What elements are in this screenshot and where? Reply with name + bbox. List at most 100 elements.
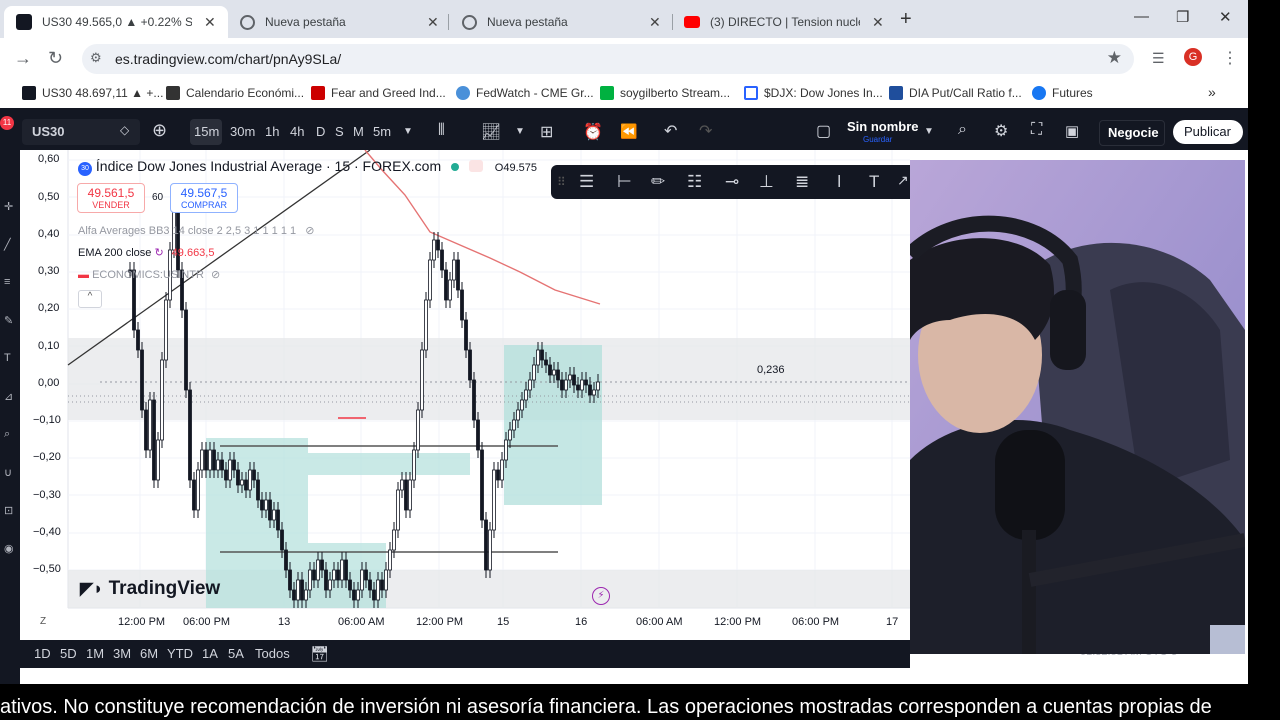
close-tab-icon[interactable]: ✕ <box>204 14 216 31</box>
quick-search-icon[interactable]: ⌕ <box>958 121 967 139</box>
range-1m[interactable]: 1M <box>86 646 104 661</box>
alert-icon[interactable]: ⏰ <box>583 122 603 142</box>
parallel-channel-icon[interactable]: ☰ <box>579 172 594 192</box>
timeframe-d[interactable]: D <box>316 124 325 139</box>
redo-icon[interactable]: ↷ <box>699 121 712 141</box>
range-all[interactable]: Todos <box>255 646 290 661</box>
range-3m[interactable]: 3M <box>113 646 131 661</box>
bookmark-item[interactable]: Calendario Económi... <box>166 86 304 100</box>
indicator-alfa-averages[interactable]: Alfa Averages BB3 14 close 2 2,5 3 1 1 1… <box>78 224 314 237</box>
chevron-down-icon[interactable]: ▼ <box>515 126 525 137</box>
tab-us30[interactable]: US30 49.565,0 ▲ +0.22% Sin no ✕ <box>4 6 228 38</box>
lock-icon[interactable]: ⊡ <box>4 504 13 517</box>
timeframe-4h[interactable]: 4h <box>290 124 304 139</box>
minimize-icon[interactable]: — <box>1134 8 1149 25</box>
horizontal-line-icon[interactable]: ⊸ <box>725 172 739 192</box>
text-icon[interactable]: T <box>4 352 11 364</box>
fib-icon[interactable]: ≡ <box>4 276 10 288</box>
zoom-label[interactable]: Z <box>40 616 46 627</box>
fullscreen-icon[interactable]: ⛶ <box>1031 121 1042 139</box>
close-window-icon[interactable]: ✕ <box>1219 8 1232 26</box>
add-symbol-icon[interactable]: ⊕ <box>152 120 167 141</box>
lightning-icon[interactable]: ⚡︎ <box>592 587 610 605</box>
pen-icon[interactable]: ✏ <box>651 172 665 192</box>
eye-icon[interactable]: ◉ <box>4 542 14 555</box>
bookmark-item[interactable]: DIA Put/Call Ratio f... <box>889 86 1022 100</box>
timeframe-s[interactable]: S <box>335 124 344 139</box>
layout-icon[interactable]: ▢ <box>816 121 831 141</box>
hidden-eye-icon[interactable]: ⊘ <box>211 269 220 281</box>
hidden-eye-icon[interactable]: ⊘ <box>305 225 314 237</box>
timeframe-15m[interactable]: 15m <box>194 124 219 139</box>
ruler-icon[interactable]: ⊿ <box>4 390 13 403</box>
vertical-line-icon[interactable]: ǀ <box>837 172 841 192</box>
trade-button[interactable]: Negocie <box>1099 120 1165 146</box>
crosshair-icon[interactable]: ✛ <box>4 200 13 213</box>
close-tab-icon[interactable]: ✕ <box>872 14 884 31</box>
buy-button[interactable]: 49.567,5 COMPRAR <box>170 183 238 213</box>
zoom-icon[interactable]: ⌕ <box>4 428 10 441</box>
undo-icon[interactable]: ↶ <box>664 121 677 141</box>
bookmark-item[interactable]: $DJX: Dow Jones In... <box>744 86 883 100</box>
timeframe-1h[interactable]: 1h <box>265 124 279 139</box>
forward-icon[interactable]: → <box>14 48 32 69</box>
range-5a[interactable]: 5A <box>228 646 244 661</box>
range-5d[interactable]: 5D <box>60 646 77 661</box>
candles-icon[interactable]: ⫴ <box>438 122 445 140</box>
snapshot-icon[interactable]: ▣ <box>1065 122 1079 140</box>
replay-icon[interactable]: ⏪ <box>620 123 637 140</box>
settings-icon[interactable]: ⚙ <box>994 121 1008 141</box>
close-tab-icon[interactable]: ✕ <box>649 14 661 31</box>
drag-handle-icon[interactable]: ⠿ <box>557 175 566 189</box>
range-ytd[interactable]: YTD <box>167 646 193 661</box>
indicator-ema[interactable]: EMA 200 close ↻ 49.663,5 <box>78 246 214 259</box>
candle-up <box>568 374 572 381</box>
timeframe-5m[interactable]: 5m <box>373 124 391 139</box>
price-chart[interactable]: 0,60 0,50 0,40 0,30 0,20 0,10 0,00 −0,10… <box>20 150 910 634</box>
sell-button[interactable]: 49.561,5 VENDER <box>77 183 145 213</box>
layout-name[interactable]: Sin nombre <box>847 119 919 134</box>
bookmark-item[interactable]: US30 48.697,11 ▲ +... <box>22 86 163 100</box>
bookmark-item[interactable]: Futures <box>1032 86 1093 100</box>
menu-icon[interactable]: ⋮ <box>1222 48 1238 68</box>
templates-icon[interactable]: ⊞ <box>540 122 553 142</box>
bookmark-item[interactable]: FedWatch - CME Gr... <box>456 86 594 100</box>
reload-icon[interactable]: ↻ <box>48 48 63 69</box>
new-tab-button[interactable]: + <box>900 8 912 31</box>
measure-icon[interactable]: ⊢ <box>617 172 632 192</box>
brush-icon[interactable]: ✎ <box>4 314 13 327</box>
range-1d[interactable]: 1D <box>34 646 51 661</box>
timeframe-m[interactable]: M <box>353 124 364 139</box>
indicators-icon[interactable]: 📈︎ <box>481 122 501 142</box>
magnet-icon[interactable]: ∪ <box>4 466 12 479</box>
close-tab-icon[interactable]: ✕ <box>427 14 439 31</box>
lines-icon[interactable]: ☷ <box>687 172 702 192</box>
list-icon[interactable]: ≣ <box>795 172 809 192</box>
restore-icon[interactable]: ❐ <box>1176 8 1189 26</box>
media-control-icon[interactable]: ☰ <box>1152 50 1165 67</box>
tab-new-1[interactable]: Nueva pestaña ✕ <box>228 6 450 38</box>
range-6m[interactable]: 6M <box>140 646 158 661</box>
more-bookmarks-button[interactable]: » <box>1208 84 1216 100</box>
publish-button[interactable]: Publicar <box>1173 120 1243 144</box>
site-info-icon[interactable]: ⚙ <box>90 50 102 66</box>
chevron-down-icon[interactable]: ▼ <box>403 126 413 137</box>
bookmark-item[interactable]: soygilberto Stream... <box>600 86 730 100</box>
profile-avatar[interactable]: G <box>1184 48 1202 66</box>
bookmark-item[interactable]: Fear and Greed Ind... <box>311 86 446 100</box>
tab-new-2[interactable]: Nueva pestaña ✕ <box>450 6 672 38</box>
address-bar[interactable]: ⚙ es.tradingview.com/chart/pnAy9SLa/ ★ <box>82 44 1134 74</box>
bookmark-star-icon[interactable]: ★ <box>1107 48 1122 68</box>
timeframe-30m[interactable]: 30m <box>230 124 255 139</box>
vertical-measure-icon[interactable]: ⊥ <box>759 172 774 192</box>
arrow-tool-icon[interactable]: ↗ <box>897 172 909 189</box>
collapse-legend-button[interactable]: ^ <box>78 290 102 308</box>
tab-youtube[interactable]: (3) DIRECTO | Tension nuclear ✕ <box>672 6 894 38</box>
range-1a[interactable]: 1A <box>202 646 218 661</box>
indicator-economics[interactable]: ▬ ECONOMICS:USINTR ⊘ <box>78 268 220 281</box>
chevron-down-icon[interactable]: ▼ <box>924 126 934 137</box>
calendar-icon[interactable]: 📅︎ <box>310 645 329 663</box>
trendline-icon[interactable]: ╱ <box>4 238 11 251</box>
diamond-icon[interactable]: ◇ <box>120 123 129 137</box>
text-tool-icon[interactable]: T <box>869 172 879 192</box>
